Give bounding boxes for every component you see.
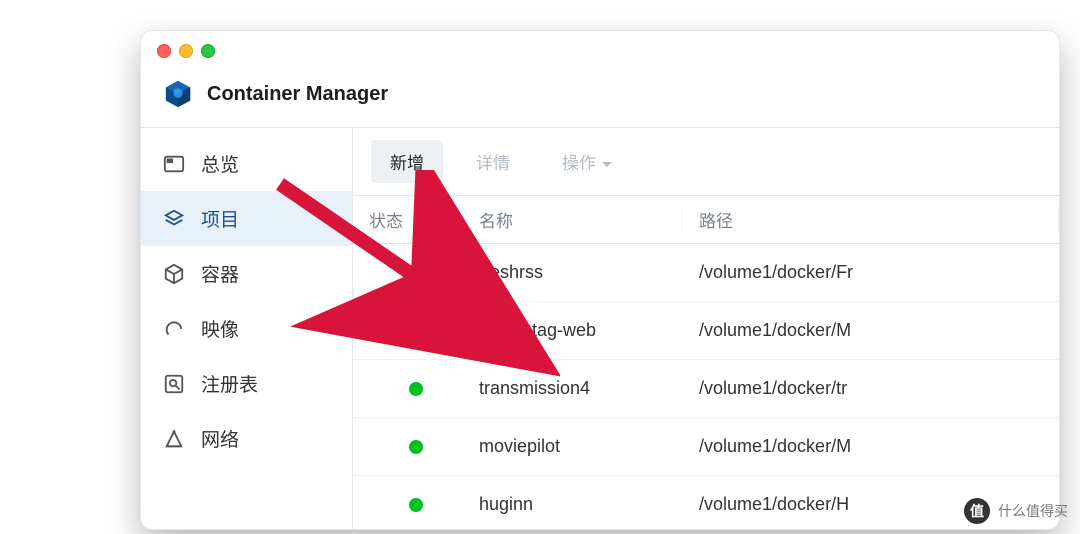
col-name[interactable]: 名称 <box>463 207 683 232</box>
sidebar-item-project[interactable]: 项目 <box>141 191 352 246</box>
project-name: transmission4 <box>463 378 683 399</box>
project-name: freshrss <box>463 262 683 283</box>
container-manager-icon <box>163 79 193 109</box>
table-row[interactable]: music-tag-web /volume1/docker/M <box>353 302 1059 360</box>
sidebar-item-label: 网络 <box>201 425 239 452</box>
sidebar-item-network[interactable]: 网络 <box>141 411 352 466</box>
table-row[interactable]: moviepilot /volume1/docker/M <box>353 418 1059 476</box>
projects-grid: 状态 名称 路径 freshrss /volume1/docker/Fr mus… <box>353 195 1059 529</box>
project-path: /volume1/docker/M <box>683 436 1059 457</box>
sidebar-item-label: 项目 <box>201 205 239 232</box>
status-running-icon <box>409 382 423 396</box>
sidebar-item-label: 总览 <box>201 150 239 177</box>
app-title: Container Manager <box>207 83 388 106</box>
sidebar-item-container[interactable]: 容器 <box>141 246 352 301</box>
project-path: /volume1/docker/M <box>683 320 1059 341</box>
status-running-icon <box>409 324 423 338</box>
sidebar: 总览 项目 容器 映像 <box>141 128 353 529</box>
main-panel: 新增 详情 操作 状态 名称 路径 freshrss /volume1/dock… <box>353 128 1059 529</box>
sidebar-item-registry[interactable]: 注册表 <box>141 356 352 411</box>
sidebar-item-image[interactable]: 映像 <box>141 301 352 356</box>
status-running-icon <box>409 498 423 512</box>
project-path: /volume1/docker/tr <box>683 378 1059 399</box>
window-maximize-button[interactable] <box>201 44 215 58</box>
project-name: music-tag-web <box>463 320 683 341</box>
table-row[interactable]: huginn /volume1/docker/H <box>353 476 1059 529</box>
project-icon <box>163 208 185 230</box>
image-icon <box>163 318 185 340</box>
table-row[interactable]: freshrss /volume1/docker/Fr <box>353 244 1059 302</box>
app-header: Container Manager <box>141 71 1059 127</box>
sidebar-item-label: 注册表 <box>201 370 258 397</box>
registry-icon <box>163 373 185 395</box>
col-status[interactable]: 状态 <box>353 207 463 232</box>
project-name: moviepilot <box>463 436 683 457</box>
window-close-button[interactable] <box>157 44 171 58</box>
table-row[interactable]: transmission4 /volume1/docker/tr <box>353 360 1059 418</box>
action-dropdown[interactable]: 操作 <box>543 140 631 183</box>
sidebar-item-label: 容器 <box>201 260 239 287</box>
sidebar-item-overview[interactable]: 总览 <box>141 136 352 191</box>
app-window: Container Manager 总览 项目 <box>140 30 1060 530</box>
sidebar-item-label: 映像 <box>201 315 239 342</box>
detail-button[interactable]: 详情 <box>457 140 529 183</box>
status-running-icon <box>409 266 423 280</box>
watermark-badge: 值 <box>964 498 990 524</box>
container-icon <box>163 263 185 285</box>
status-running-icon <box>409 440 423 454</box>
watermark-text: 什么值得买 <box>998 501 1068 521</box>
new-button[interactable]: 新增 <box>371 140 443 183</box>
overview-icon <box>163 153 185 175</box>
project-name: huginn <box>463 494 683 515</box>
window-minimize-button[interactable] <box>179 44 193 58</box>
network-icon <box>163 428 185 450</box>
toolbar: 新增 详情 操作 <box>353 128 1059 195</box>
project-path: /volume1/docker/Fr <box>683 262 1059 283</box>
window-titlebar <box>141 31 1059 71</box>
col-path[interactable]: 路径 <box>683 207 1059 232</box>
app-body: 总览 项目 容器 映像 <box>141 127 1059 529</box>
grid-header: 状态 名称 路径 <box>353 196 1059 244</box>
watermark: 值 什么值得买 <box>964 498 1068 524</box>
